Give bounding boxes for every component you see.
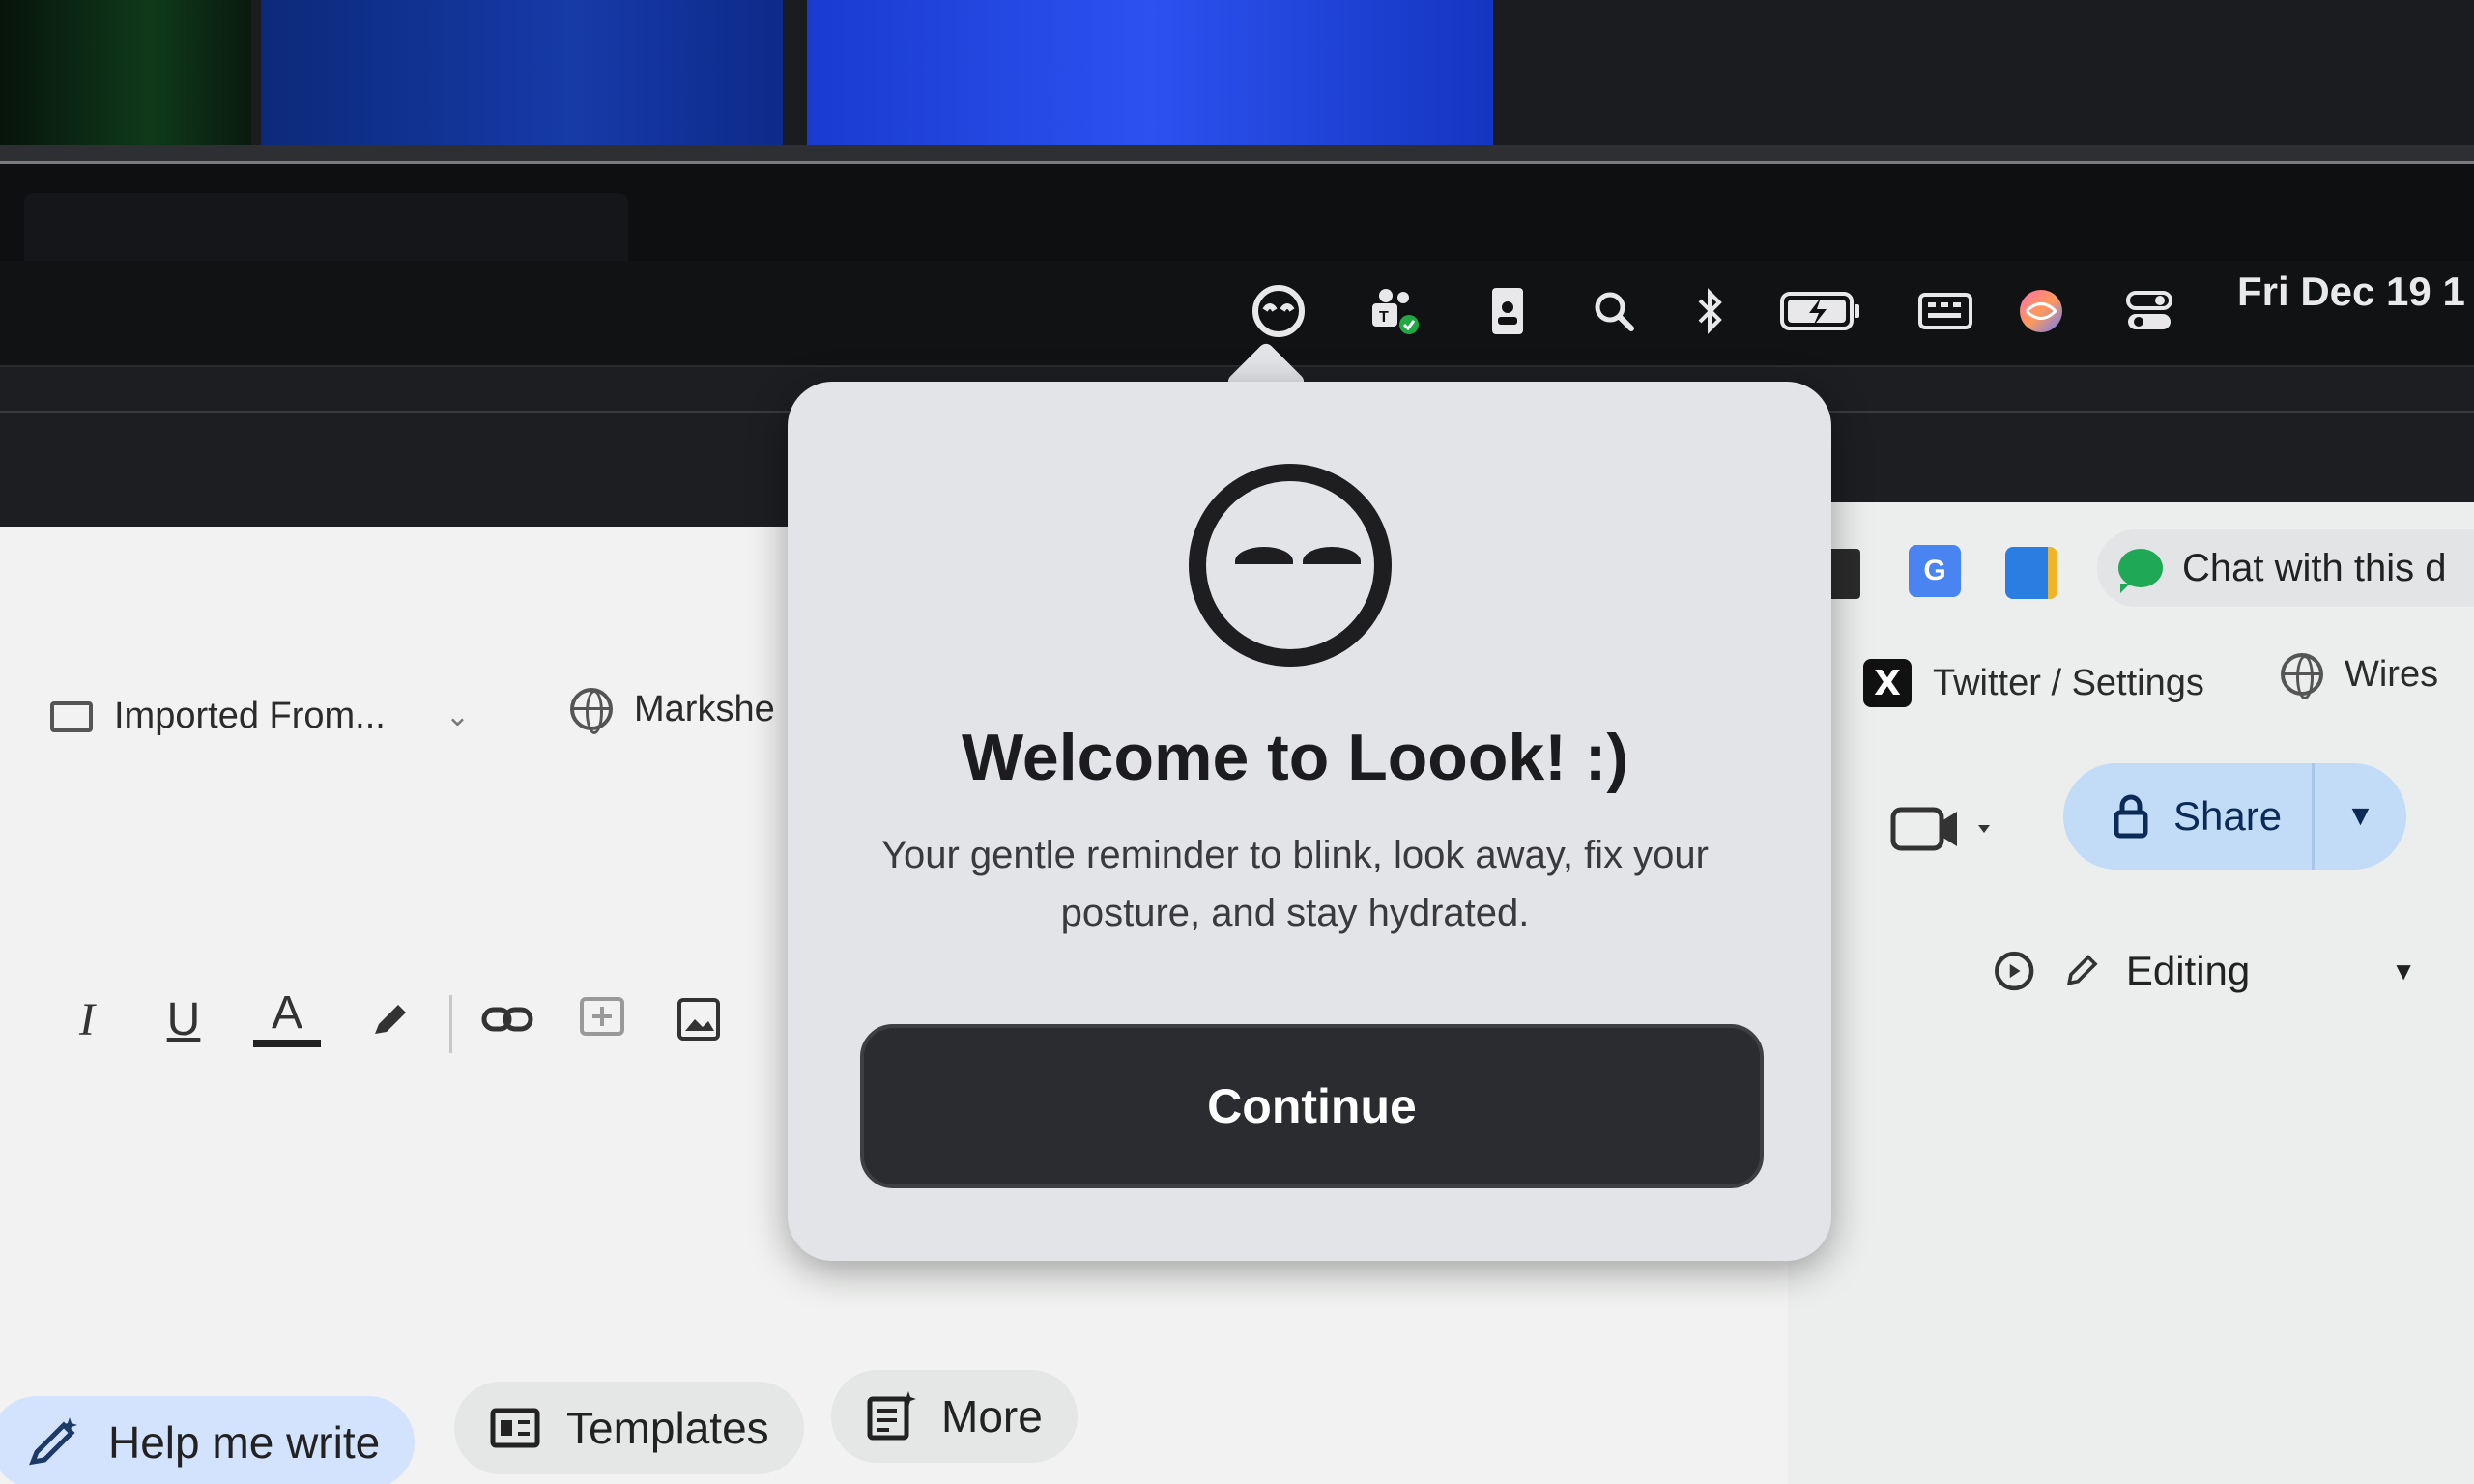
continue-button[interactable]: Continue [860,1024,1764,1188]
bookmark-label: Twitter / Settings [1933,662,2204,703]
share-dropdown-arrow[interactable]: ▼ [2315,800,2406,833]
insert-image-icon[interactable] [665,985,733,1053]
translate-extension-icon[interactable]: G [1909,545,1961,597]
keyboard-icon[interactable] [1912,282,1979,340]
pencil-icon [2067,955,2099,985]
svg-text:T: T [1379,309,1389,326]
search-icon[interactable] [1585,282,1643,340]
bookmark-markshe[interactable]: Markshe [570,688,775,734]
editing-mode-dropdown[interactable]: Editing ▼ [1991,928,2416,1014]
chat-label: Chat with this d [2182,546,2447,589]
more-icon [867,1391,916,1441]
toolbar-divider [449,995,452,1053]
folder-icon [50,700,93,732]
right-eye [1303,547,1361,576]
more-label: More [941,1391,1043,1441]
loook-face-icon [1189,464,1392,667]
italic-button[interactable]: I [53,985,121,1053]
monitor-window-2 [261,0,783,145]
teams-icon[interactable]: T [1365,282,1423,340]
help-me-write-button[interactable]: Help me write [0,1396,416,1484]
office-extension-icon[interactable] [2005,547,2057,599]
bluetooth-icon[interactable] [1682,282,1740,340]
templates-button[interactable]: Templates [454,1382,804,1474]
monitor-bezel [0,145,2474,164]
history-icon [1995,951,2034,991]
external-monitor [0,0,2474,164]
bookmark-label: Markshe [634,688,775,729]
loook-icon[interactable] [1250,282,1308,340]
x-logo-icon: X [1863,659,1912,707]
popover-title: Welcome to Loook! :) [961,721,1629,794]
help-me-write-label: Help me write [108,1417,381,1468]
share-label: Share [2173,793,2283,839]
text-color-button[interactable]: A [253,985,321,1047]
menu-bar-clock[interactable]: Fri Dec 19 1 [2237,269,2465,315]
chevron-down-icon: ⌄ [445,700,470,732]
popover-body: Your gentle reminder to blink, look away… [881,834,1709,934]
bookmark-imported-from[interactable]: Imported From... ⌄ [50,696,470,737]
share-button-group: Share ▼ [2063,763,2406,870]
underline-button[interactable]: U [150,985,217,1053]
control-center-icon[interactable] [2120,282,2178,340]
highlight-icon[interactable] [356,985,423,1053]
templates-label: Templates [566,1403,769,1453]
left-eye [1235,547,1293,576]
share-button[interactable]: Share [2063,763,2315,870]
magic-pen-icon [29,1417,77,1466]
templates-icon [490,1408,540,1448]
lock-icon [2114,794,2148,839]
bookmark-label: Imported From... [114,696,386,736]
globe-icon [2281,653,2323,699]
badge-icon[interactable] [1479,282,1537,340]
bookmark-label: Wires [2345,653,2439,695]
link-icon[interactable] [474,985,541,1053]
menu-bar: T Fri Dec 19 1 [0,261,2474,367]
video-call-icon[interactable] [1889,800,1996,870]
globe-icon [570,688,613,734]
chevron-down-icon: ▼ [2391,956,2416,985]
bookmark-wires[interactable]: Wires [2281,653,2439,699]
chat-with-doc-button[interactable]: Chat with this d [2097,529,2474,607]
bookmark-twitter-settings[interactable]: X Twitter / Settings [1863,659,2204,707]
laptop-bezel [0,164,2474,338]
monitor-window-1 [0,0,251,145]
add-comment-icon[interactable] [568,985,636,1053]
editing-label: Editing [2125,948,2251,993]
chat-bubble-icon [2118,549,2163,593]
monitor-window-3 [807,0,1493,145]
siri-icon[interactable] [2012,282,2070,340]
battery-icon[interactable] [1778,282,1865,340]
more-button[interactable]: More [831,1370,1078,1463]
